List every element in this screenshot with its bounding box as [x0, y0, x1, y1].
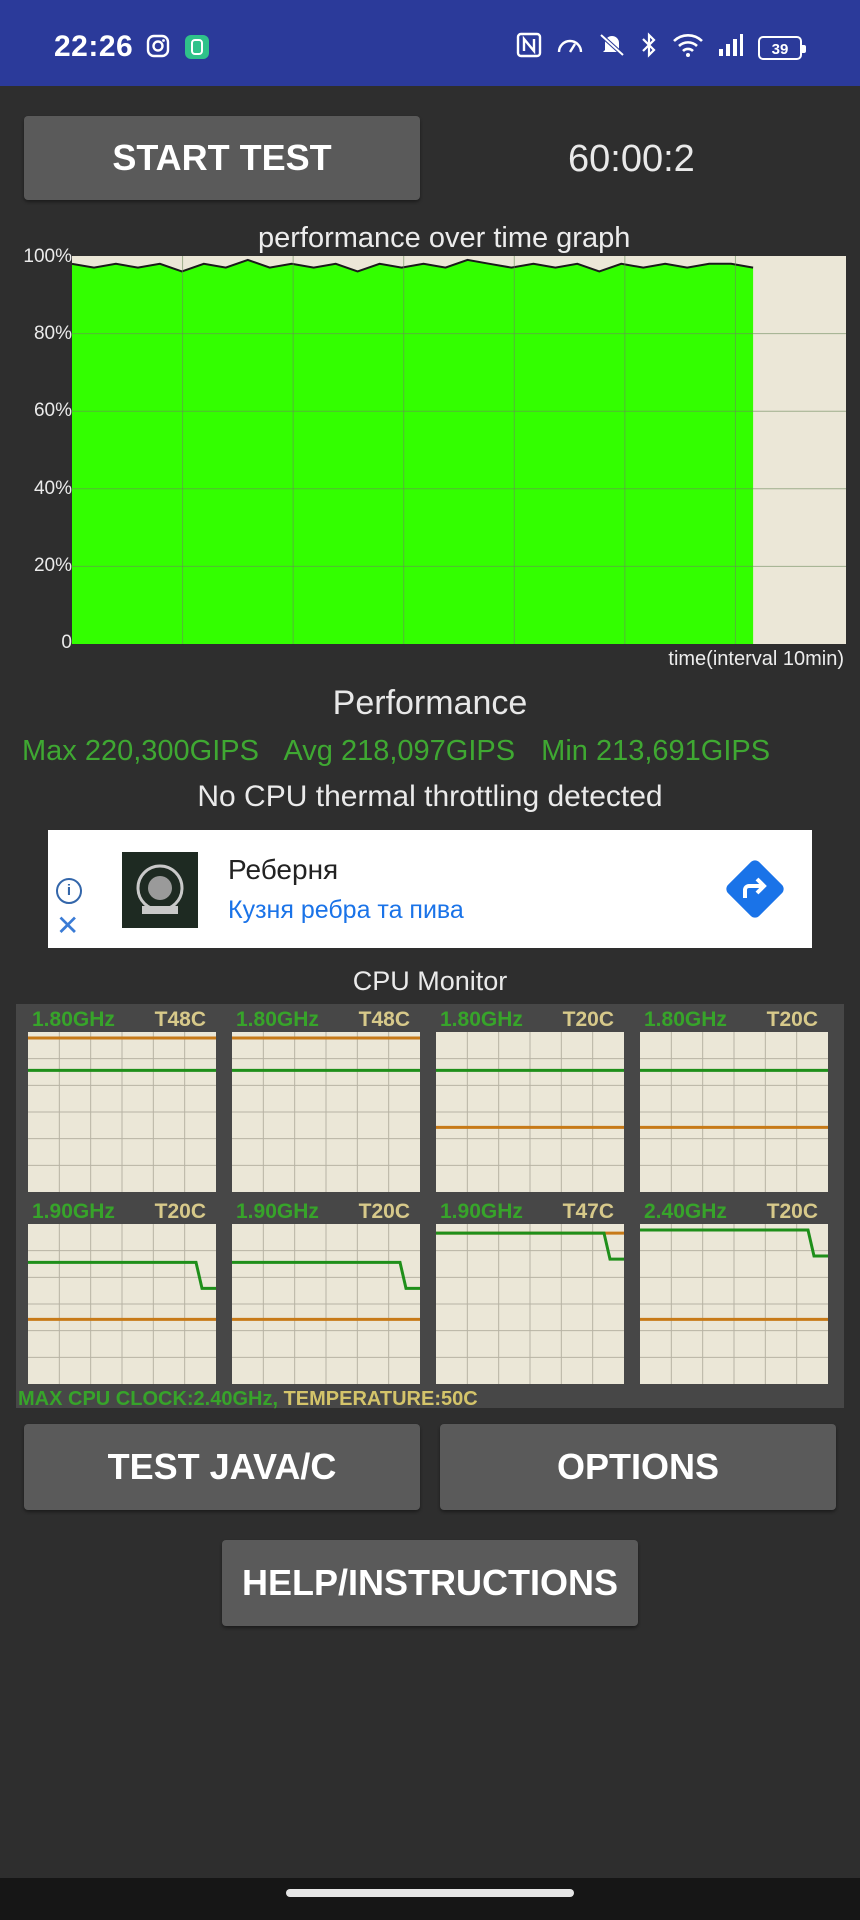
core-frequency: 2.40GHz	[644, 1200, 727, 1223]
core-temperature: T48C	[358, 1008, 410, 1031]
status-bar: 22:26 39	[0, 0, 860, 86]
core-graph-svg	[28, 1224, 216, 1384]
options-button[interactable]: OPTIONS	[440, 1424, 836, 1510]
avg-gips: Avg 218,097GIPS	[283, 735, 516, 767]
y-tick-0: 0	[61, 632, 72, 653]
core-graph-svg	[640, 1224, 828, 1384]
performance-graph-svg	[71, 256, 846, 644]
performance-title: Performance	[332, 684, 528, 722]
core-graph-svg	[436, 1032, 624, 1192]
core-temperature: T47C	[562, 1200, 614, 1223]
core-graph	[640, 1032, 828, 1192]
instagram-icon	[146, 34, 170, 65]
core-temperature: T20C	[562, 1008, 614, 1031]
cpu-core-1: 1.80GHz T48C	[232, 1008, 420, 1194]
core-graph	[28, 1224, 216, 1384]
core-graph-svg	[640, 1032, 828, 1192]
start-test-button[interactable]: START TEST	[24, 116, 420, 200]
bluetooth-icon	[640, 32, 658, 63]
close-icon[interactable]: ✕	[56, 912, 79, 940]
graph-title: performance over time graph	[258, 222, 631, 254]
cpu-core-4: 1.90GHz T20C	[28, 1200, 216, 1386]
max-gips: Max 220,300GIPS	[22, 735, 259, 767]
cpu-core-7: 2.40GHz T20C	[640, 1200, 828, 1386]
cpu-core-2: 1.80GHz T20C	[436, 1008, 624, 1194]
core-temperature: T20C	[766, 1008, 818, 1031]
core-graph	[28, 1032, 216, 1192]
core-graph	[436, 1224, 624, 1384]
performance-graph	[71, 256, 846, 644]
core-temperature: T20C	[358, 1200, 410, 1223]
cpu-core-5: 1.90GHz T20C	[232, 1200, 420, 1386]
throttle-status: No CPU thermal throttling detected	[197, 780, 663, 813]
cpu-monitor-panel: 1.80GHz T48C 1.80GHz T48C 1.80GHz T20C 1.80GHz…	[16, 1004, 844, 1408]
core-graph-svg	[436, 1224, 624, 1384]
core-graph-svg	[232, 1224, 420, 1384]
test-timer: 60:00:2	[568, 138, 695, 180]
performance-stats: Max 220,300GIPS Avg 218,097GIPS Min 213,…	[22, 735, 788, 768]
core-frequency: 1.90GHz	[236, 1200, 319, 1223]
core-frequency: 1.90GHz	[32, 1200, 115, 1223]
core-frequency: 1.80GHz	[236, 1008, 319, 1031]
help-instructions-button[interactable]: HELP/INSTRUCTIONS	[222, 1540, 638, 1626]
ad-title[interactable]: Реберня	[228, 854, 338, 886]
speedometer-icon	[556, 32, 584, 63]
mute-icon	[598, 32, 626, 63]
app-notification-icon	[184, 34, 210, 65]
core-graph	[232, 1032, 420, 1192]
core-frequency: 1.80GHz	[32, 1008, 115, 1031]
cpu-core-6: 1.90GHz T47C	[436, 1200, 624, 1386]
cpu-footer: MAX CPU CLOCK:2.40GHz, TEMPERATURE:50C	[18, 1388, 478, 1411]
nfc-icon	[516, 32, 542, 63]
core-graph-svg	[232, 1032, 420, 1192]
core-frequency: 1.90GHz	[440, 1200, 523, 1223]
y-tick-20: 20%	[33, 555, 72, 576]
core-temperature: T20C	[766, 1200, 818, 1223]
core-graph	[232, 1224, 420, 1384]
y-tick-100: 100%	[23, 246, 72, 267]
navigation-bar	[0, 1878, 860, 1920]
performance-area	[72, 259, 754, 644]
battery-icon: 39	[758, 35, 806, 60]
y-tick-80: 80%	[33, 323, 72, 344]
x-axis-label: time(interval 10min)	[668, 648, 844, 670]
core-graph	[436, 1032, 624, 1192]
cpu-core-0: 1.80GHz T48C	[28, 1008, 216, 1194]
info-icon[interactable]: i	[56, 878, 82, 904]
max-cpu-clock: MAX CPU CLOCK:2.40GHz,	[18, 1388, 279, 1410]
core-temperature: T20C	[154, 1200, 206, 1223]
directions-arrow-icon[interactable]	[724, 858, 786, 920]
cpu-temperature: TEMPERATURE:50C	[278, 1388, 478, 1410]
y-tick-40: 40%	[33, 478, 72, 499]
signal-icon	[718, 33, 744, 62]
clock: 22:26	[54, 30, 134, 63]
ad-logo	[122, 852, 198, 928]
core-graph	[640, 1224, 828, 1384]
min-gips: Min 213,691GIPS	[541, 735, 771, 767]
core-frequency: 1.80GHz	[644, 1008, 727, 1031]
wifi-icon	[672, 32, 704, 63]
cpu-core-3: 1.80GHz T20C	[640, 1008, 828, 1194]
core-temperature: T48C	[154, 1008, 206, 1031]
home-gesture-pill[interactable]	[286, 1889, 574, 1897]
test-java-c-button[interactable]: TEST JAVA/C	[24, 1424, 420, 1510]
cpu-monitor-title: CPU Monitor	[352, 966, 508, 996]
core-frequency: 1.80GHz	[440, 1008, 523, 1031]
y-tick-60: 60%	[33, 400, 72, 421]
core-graph-svg	[28, 1032, 216, 1192]
ad-subtitle[interactable]: Кузня ребра та пива	[228, 896, 464, 925]
ad-banner[interactable]: i ✕ Реберня Кузня ребра та пива	[48, 830, 812, 948]
